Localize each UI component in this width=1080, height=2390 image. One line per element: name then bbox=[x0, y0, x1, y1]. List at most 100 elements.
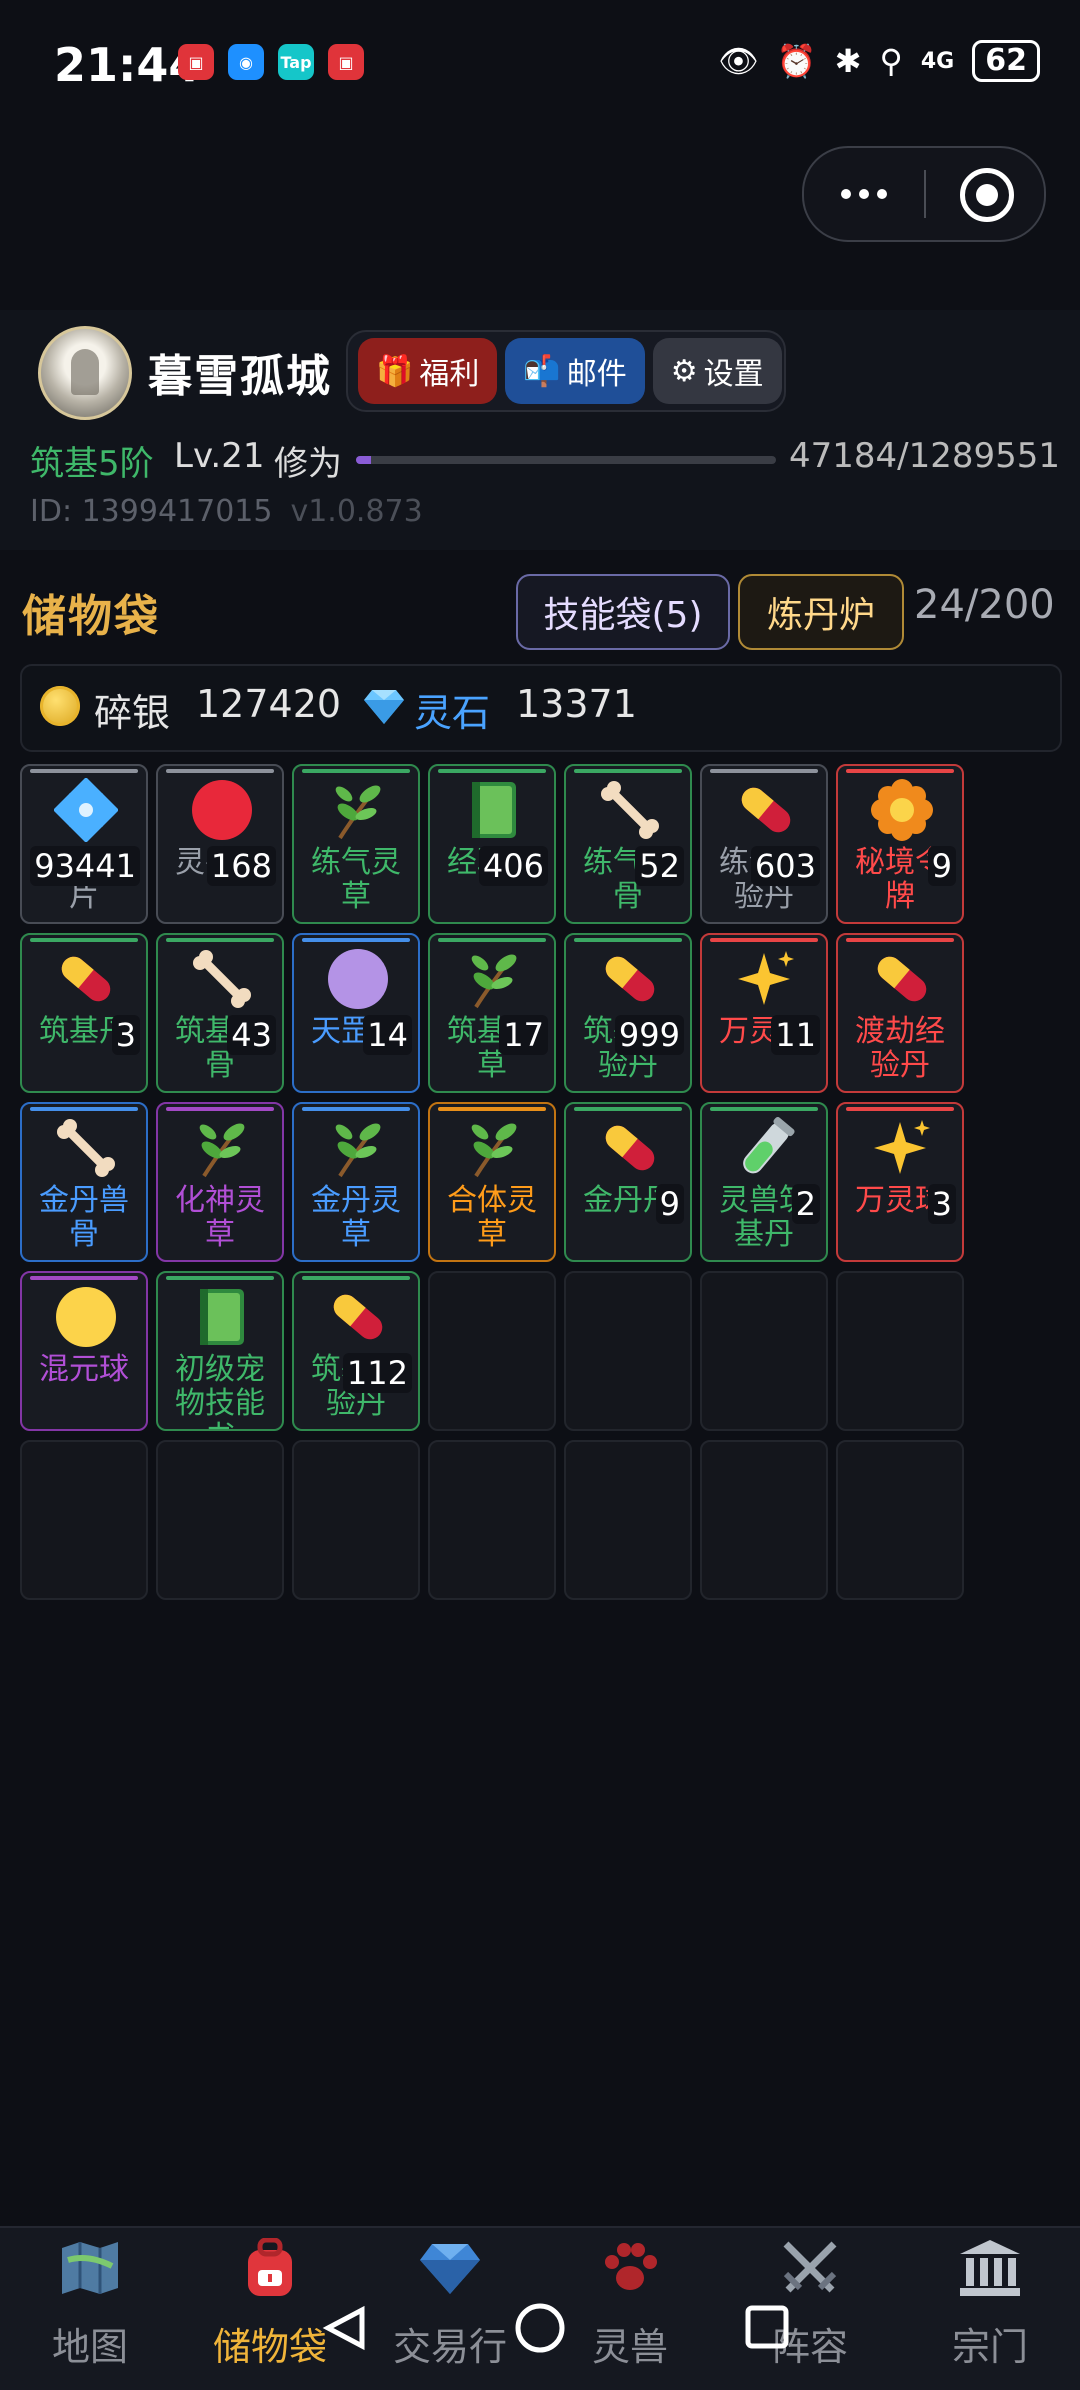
settings-button[interactable]: ⚙ 设置 bbox=[652, 338, 782, 404]
empty-slot bbox=[428, 1440, 556, 1600]
item-name: 合体灵草 bbox=[447, 1183, 537, 1252]
spirit-stone-label: 灵石 bbox=[414, 691, 491, 735]
inventory-item[interactable]: 筑基灵草 17 bbox=[428, 933, 556, 1093]
nav-item-backpack[interactable]: 储物袋 bbox=[180, 2228, 360, 2390]
skill-bag-button[interactable]: 技能袋(5) bbox=[516, 574, 730, 650]
empty-slot bbox=[20, 1440, 148, 1600]
alchemy-furnace-button[interactable]: 炼丹炉 bbox=[738, 574, 904, 650]
item-name: 金丹灵草 bbox=[311, 1183, 401, 1252]
inventory-item[interactable]: 万灵球 11 bbox=[700, 933, 828, 1093]
welfare-button[interactable]: 🎁 福利 bbox=[358, 338, 498, 404]
herb-icon bbox=[199, 1123, 245, 1178]
status-bar: 21:44 ▣ ◉ Tap ▣ 👁 ⏰ ✱ ⚲ 4G 62 bbox=[0, 0, 1080, 130]
inventory-item[interactable]: 灵兽筑基丹 2 bbox=[700, 1102, 828, 1262]
inventory-item[interactable]: 渡劫经验丹 bbox=[836, 933, 964, 1093]
profile-header: 暮雪孤城 🎁 福利 📬 邮件 ⚙ 设置 筑基5阶 Lv.21 修为 47184/… bbox=[0, 310, 1080, 550]
bottom-navigation: 地图 储物袋 交易行 灵兽 阵容 宗门 bbox=[0, 2226, 1080, 2390]
item-name: 化神灵草 bbox=[175, 1183, 265, 1252]
item-quantity: 406 bbox=[478, 846, 548, 886]
nav-label: 阵容 bbox=[771, 2325, 848, 2369]
empty-slot bbox=[836, 1440, 964, 1600]
xp-progress-fill bbox=[356, 456, 372, 464]
app-notification-icon: ◉ bbox=[228, 44, 264, 80]
miniprogram-capsule bbox=[802, 146, 1046, 242]
eye-icon: 👁 bbox=[718, 42, 759, 80]
inventory-item[interactable]: 万灵球 3 bbox=[836, 1102, 964, 1262]
storage-capacity: 24/200 bbox=[914, 582, 1055, 628]
nav-item-swords[interactable]: 阵容 bbox=[720, 2228, 900, 2390]
inventory-item[interactable]: 灵石碎片93441 bbox=[20, 764, 148, 924]
taptap-icon: Tap bbox=[278, 44, 314, 80]
system-indicators: 👁 ⏰ ✱ ⚲ 4G 62 bbox=[718, 40, 1040, 82]
item-quantity: 999 bbox=[614, 1015, 684, 1055]
swords-icon bbox=[783, 2241, 837, 2293]
item-quantity: 9 bbox=[927, 846, 956, 886]
nav-label: 储物袋 bbox=[212, 2325, 327, 2369]
inventory-item[interactable]: 练气灵草 bbox=[292, 764, 420, 924]
inventory-item[interactable]: 练气经验丹603 bbox=[700, 764, 828, 924]
inventory-item[interactable]: 金丹灵草 bbox=[292, 1102, 420, 1262]
inventory-item[interactable]: 筑基丹 3 bbox=[20, 933, 148, 1093]
flask-icon bbox=[743, 1116, 795, 1174]
gift-icon: 🎁 bbox=[376, 353, 414, 389]
item-quantity: 9 bbox=[655, 1184, 684, 1224]
level-row: 筑基5阶 Lv.21 修为 47184/1289551 bbox=[30, 436, 1060, 486]
purple-ball-icon bbox=[328, 949, 388, 1009]
nav-label: 地图 bbox=[51, 2325, 128, 2369]
spirit-stone-value: 13371 bbox=[516, 682, 637, 726]
empty-slot bbox=[564, 1271, 692, 1431]
inventory-item[interactable]: 初级宠物技能书 bbox=[156, 1271, 284, 1431]
item-name: 练气灵草 bbox=[311, 845, 401, 914]
inventory-item[interactable]: 秘境令牌 9 bbox=[836, 764, 964, 924]
currency-bar: 碎银 127420 灵石 13371 bbox=[20, 664, 1062, 752]
item-quantity: 603 bbox=[750, 846, 820, 886]
bone-icon bbox=[57, 1119, 115, 1177]
header-button-group: 🎁 福利 📬 邮件 ⚙ 设置 bbox=[346, 330, 786, 412]
username: 暮雪孤城 bbox=[148, 351, 332, 402]
mail-button[interactable]: 📬 邮件 bbox=[505, 338, 645, 404]
inventory-item[interactable]: 化神灵草 bbox=[156, 1102, 284, 1262]
green-book-icon bbox=[200, 1289, 244, 1345]
nav-item-diamond[interactable]: 交易行 bbox=[360, 2228, 540, 2390]
herb-icon bbox=[471, 1123, 517, 1178]
item-name: 初级宠物技能书 bbox=[175, 1352, 265, 1430]
realm-label: 筑基5阶 bbox=[30, 444, 154, 484]
nav-item-temple[interactable]: 宗门 bbox=[900, 2228, 1080, 2390]
gear-icon: ⚙ bbox=[670, 353, 698, 389]
item-quantity: 17 bbox=[499, 1015, 548, 1055]
green-book-icon bbox=[472, 782, 516, 838]
empty-slot bbox=[700, 1440, 828, 1600]
nav-label: 交易行 bbox=[392, 2325, 507, 2369]
nav-item-map[interactable]: 地图 bbox=[0, 2228, 180, 2390]
inventory-item[interactable]: 灵兽球168 bbox=[156, 764, 284, 924]
inventory-item[interactable]: 练气兽骨 52 bbox=[564, 764, 692, 924]
item-quantity: 11 bbox=[771, 1015, 820, 1055]
inventory-item[interactable]: 金丹兽骨 bbox=[20, 1102, 148, 1262]
inventory-item[interactable]: 筑基经验丹112 bbox=[292, 1271, 420, 1431]
inventory-item[interactable]: 金丹丹 9 bbox=[564, 1102, 692, 1262]
alarm-icon: ⏰ bbox=[776, 42, 817, 80]
app-notification-icon: ▣ bbox=[178, 44, 214, 80]
herb-icon bbox=[335, 1123, 381, 1178]
close-miniprogram-button[interactable] bbox=[960, 168, 1014, 222]
item-quantity: 112 bbox=[342, 1353, 412, 1393]
inventory-item[interactable]: 天罡球 14 bbox=[292, 933, 420, 1093]
avatar[interactable] bbox=[38, 326, 132, 420]
inventory-item[interactable]: 混元球 bbox=[20, 1271, 148, 1431]
item-quantity: 3 bbox=[927, 1184, 956, 1224]
nav-item-paw[interactable]: 灵兽 bbox=[540, 2228, 720, 2390]
inventory-item[interactable]: 筑基经验丹999 bbox=[564, 933, 692, 1093]
welfare-label: 福利 bbox=[419, 357, 480, 392]
inventory-item[interactable]: 筑基兽骨 43 bbox=[156, 933, 284, 1093]
inventory-item[interactable]: 经验丹406 bbox=[428, 764, 556, 924]
item-name: 混元球 bbox=[39, 1352, 129, 1387]
mailbox-icon: 📬 bbox=[523, 353, 561, 389]
herb-icon bbox=[335, 785, 381, 840]
empty-slot bbox=[836, 1271, 964, 1431]
id-line: ID: 1399417015 v1.0.873 bbox=[30, 494, 423, 529]
location-icon: ⚲ bbox=[879, 42, 903, 80]
more-button[interactable] bbox=[804, 148, 924, 240]
inventory-grid: 灵石碎片93441灵兽球168 练气灵草经验丹406练气兽骨52练气经验丹603秘… bbox=[20, 764, 964, 1600]
red-ball-icon bbox=[192, 780, 252, 840]
inventory-item[interactable]: 合体灵草 bbox=[428, 1102, 556, 1262]
